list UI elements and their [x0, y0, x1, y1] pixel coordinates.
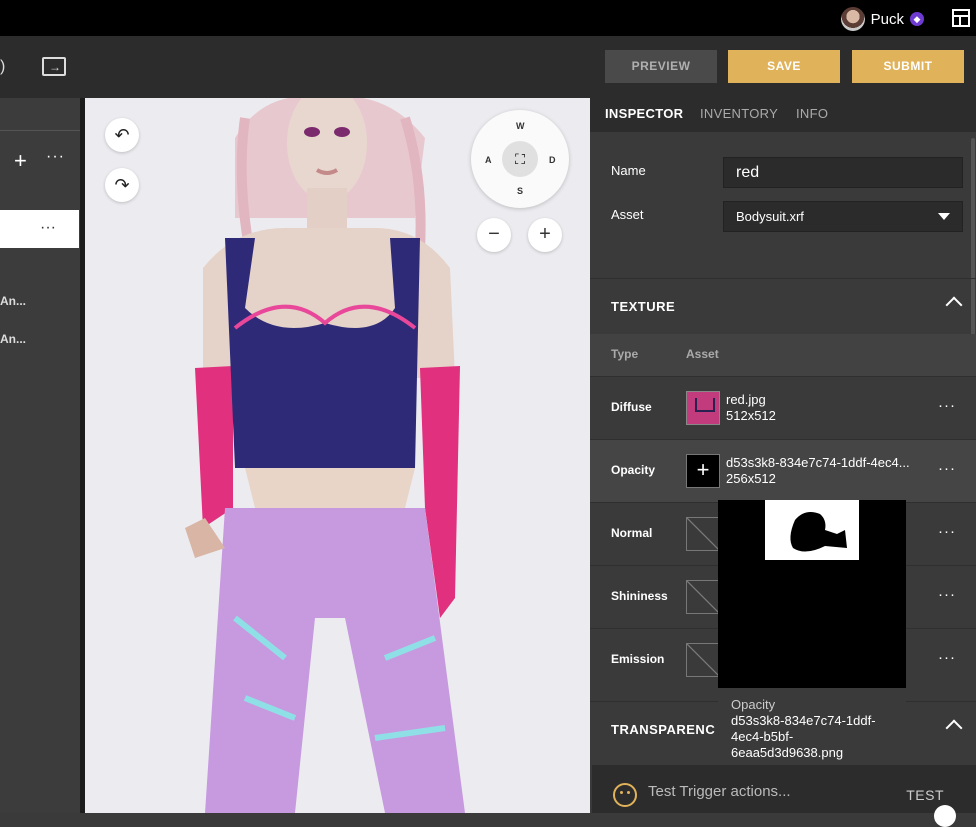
texture-file: red.jpg 512x512 [726, 392, 776, 424]
texture-file-name: red.jpg [726, 392, 766, 407]
texture-thumbnail[interactable] [686, 391, 720, 425]
opacity-preview-image [718, 500, 906, 688]
save-button[interactable]: SAVE [728, 50, 840, 83]
layer-item[interactable]: An... [0, 294, 26, 308]
texture-row-diffuse[interactable]: Diffuse red.jpg 512x512 ··· [590, 376, 976, 439]
undo-icon[interactable]: ↶ [105, 118, 139, 152]
layer-item[interactable]: An... [0, 332, 26, 346]
export-folder-icon[interactable]: → [42, 57, 66, 76]
avatar [840, 7, 865, 31]
tooltip-label: Opacity [731, 697, 776, 712]
tab-inspector[interactable]: INSPECTOR [605, 106, 683, 121]
compass-s[interactable]: S [517, 186, 523, 196]
add-icon[interactable]: + [14, 148, 27, 174]
transparency-title: TRANSPARENC [611, 722, 716, 737]
texture-file-name: d53s3k8-834e7c74-1ddf-4ec4... [726, 455, 910, 470]
column-asset: Asset [686, 347, 719, 361]
tab-inventory[interactable]: INVENTORY [700, 106, 778, 121]
zoom-out-button[interactable]: − [477, 218, 511, 252]
chevron-up-icon[interactable] [945, 296, 963, 314]
trigger-input[interactable]: Test Trigger actions... [648, 783, 791, 800]
column-type: Type [611, 347, 639, 361]
more-icon[interactable]: ··· [938, 460, 956, 477]
test-button[interactable]: TEST [906, 787, 944, 803]
empty-texture-slot[interactable] [686, 643, 720, 677]
submit-button[interactable]: SUBMIT [852, 50, 964, 83]
add-icon[interactable]: + [686, 454, 720, 488]
partial-icon[interactable]: ) [0, 58, 5, 76]
zoom-in-button[interactable]: + [528, 218, 562, 252]
texture-file-size: 256x512 [726, 471, 776, 486]
texture-section-header[interactable]: TEXTURE [590, 278, 976, 334]
toolbar: ) → PREVIEW SAVE SUBMIT [0, 36, 976, 98]
empty-texture-slot[interactable] [686, 517, 720, 551]
texture-type: Shininess [611, 589, 668, 603]
texture-row-opacity[interactable]: Opacity + d53s3k8-834e7c74-1ddf-4ec4... … [590, 439, 976, 502]
gem-icon: ◆ [910, 12, 924, 26]
help-icon[interactable] [934, 805, 956, 827]
left-panel-header [0, 98, 80, 131]
more-icon[interactable]: ··· [40, 219, 56, 237]
compass-w[interactable]: W [516, 121, 525, 131]
texture-type: Opacity [611, 463, 656, 477]
preview-button[interactable]: PREVIEW [605, 50, 717, 83]
user-menu[interactable]: Puck ◆ [840, 7, 924, 31]
chevron-down-icon [938, 213, 950, 220]
asset-label: Asset [611, 207, 644, 222]
more-icon[interactable]: ··· [938, 649, 956, 666]
tab-info[interactable]: INFO [796, 106, 828, 121]
recenter-icon[interactable]: ⛶ [502, 141, 538, 177]
chevron-up-icon[interactable] [945, 719, 963, 737]
compass-a[interactable]: A [485, 155, 492, 165]
texture-file-size: 512x512 [726, 408, 776, 423]
more-icon[interactable]: ··· [938, 586, 956, 603]
top-bar: Puck ◆ [0, 0, 976, 36]
texture-title: TEXTURE [611, 299, 676, 314]
texture-table-header: Type Asset [590, 334, 976, 376]
more-icon[interactable]: ··· [938, 523, 956, 540]
compass-d[interactable]: D [549, 155, 556, 165]
chat-bar: Test Trigger actions... TEST [592, 765, 976, 827]
camera-compass[interactable]: W A D S ⛶ [471, 110, 569, 208]
empty-texture-slot[interactable] [686, 580, 720, 614]
more-icon[interactable]: ··· [46, 148, 65, 166]
texture-type: Normal [611, 526, 653, 540]
redo-icon[interactable]: ↷ [105, 168, 139, 202]
3d-viewport[interactable]: ↶ ↷ W A D S ⛶ − + [85, 98, 590, 813]
layout-icon[interactable] [952, 9, 970, 27]
left-panel: + ··· ··· An... An... [0, 98, 80, 813]
inspector-tabs: INSPECTOR INVENTORY INFO [590, 98, 976, 132]
texture-file: d53s3k8-834e7c74-1ddf-4ec4... 256x512 [726, 455, 910, 487]
asset-select[interactable]: Bodysuit.xrf [723, 201, 963, 232]
name-input[interactable]: red [723, 157, 963, 188]
smiley-icon[interactable] [613, 783, 637, 807]
selected-layer[interactable]: ··· [0, 210, 79, 248]
asset-value: Bodysuit.xrf [736, 209, 804, 224]
name-label: Name [611, 163, 646, 178]
opacity-tooltip: Opacity d53s3k8-834e7c74-1ddf-4ec4-b5bf-… [718, 500, 906, 774]
username: Puck [870, 10, 904, 28]
texture-type: Emission [611, 652, 665, 666]
more-icon[interactable]: ··· [938, 397, 956, 414]
preview-mask [765, 500, 859, 560]
texture-type: Diffuse [611, 400, 652, 414]
tooltip-filename: d53s3k8-834e7c74-1ddf-4ec4-b5bf-6eaa5d3d… [731, 713, 876, 760]
